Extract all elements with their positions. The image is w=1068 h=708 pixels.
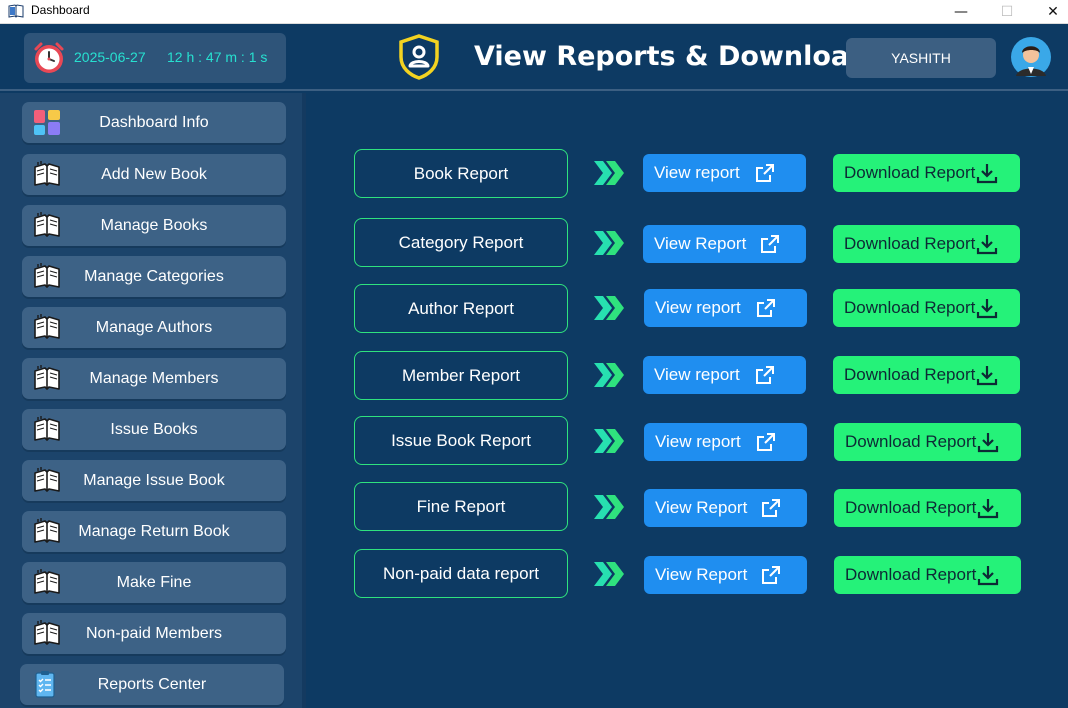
download-report-button-author[interactable]: Download Report (833, 289, 1020, 327)
sidebar-item-issue-books[interactable]: Issue Books (22, 409, 286, 450)
view-report-label: View report (655, 298, 741, 317)
clock-panel: 2025-06-27 12 h : 47 m : 1 s (24, 33, 286, 83)
window-title: Dashboard (31, 3, 90, 17)
download-report-label: Download Report (844, 298, 976, 317)
double-chevron-right-icon (594, 429, 624, 453)
dashboard-grid-icon (34, 110, 60, 135)
current-time: 12 h : 47 m : 1 s (167, 49, 268, 65)
sidebar-item-manage-authors[interactable]: Manage Authors (22, 307, 286, 348)
double-chevron-right-icon (594, 363, 624, 387)
view-report-button-issue-book[interactable]: View report (644, 423, 807, 461)
view-report-button-non-paid-data[interactable]: View Report (644, 556, 807, 594)
download-report-button-book[interactable]: Download Report (833, 154, 1020, 192)
download-icon (976, 235, 998, 255)
open-book-icon (34, 212, 60, 237)
sidebar-item-add-new-book[interactable]: Add New Book (22, 154, 286, 195)
external-link-icon (762, 566, 780, 584)
download-icon (977, 433, 999, 453)
view-report-label: View Report (655, 565, 748, 584)
app-header: 2025-06-27 12 h : 47 m : 1 s View Report… (0, 25, 1068, 91)
alarm-clock-icon (34, 42, 64, 73)
clipboard-checklist-icon (35, 671, 55, 698)
double-chevron-right-icon (594, 562, 624, 586)
current-date: 2025-06-27 (74, 49, 146, 65)
sidebar-item-reports-center[interactable]: Reports Center (20, 664, 284, 705)
external-link-icon (762, 499, 780, 517)
open-book-icon (34, 467, 60, 492)
report-label-category: Category Report (354, 218, 568, 267)
open-book-icon (34, 620, 60, 645)
external-link-icon (761, 235, 779, 253)
sidebar-item-non-paid-members[interactable]: Non-paid Members (22, 613, 286, 654)
download-icon (976, 164, 998, 184)
maximize-button[interactable]: ☐ (984, 0, 1030, 24)
view-report-label: View Report (654, 234, 747, 253)
open-book-icon (34, 365, 60, 390)
open-book-icon (34, 314, 60, 339)
report-label-fine: Fine Report (354, 482, 568, 531)
open-book-icon (34, 569, 60, 594)
download-report-label: Download Report (844, 163, 976, 182)
report-label-author: Author Report (354, 284, 568, 333)
view-report-button-author[interactable]: View report (644, 289, 807, 327)
report-label-non-paid-data: Non-paid data report (354, 549, 568, 598)
window-titlebar: Dashboard — ☐ ✕ (0, 0, 1068, 24)
username-badge: YASHITH (846, 38, 996, 78)
download-icon (977, 499, 999, 519)
open-book-icon (34, 161, 60, 186)
open-book-icon (34, 416, 60, 441)
double-chevron-right-icon (594, 161, 624, 185)
download-report-label: Download Report (845, 432, 977, 451)
sidebar-item-manage-books[interactable]: Manage Books (22, 205, 286, 246)
external-link-icon (757, 299, 775, 317)
download-report-button-fine[interactable]: Download Report (834, 489, 1021, 527)
shield-user-icon (399, 34, 439, 80)
report-label-book: Book Report (354, 149, 568, 198)
download-icon (977, 566, 999, 586)
minimize-button[interactable]: — (938, 0, 984, 24)
view-report-label: View report (655, 432, 741, 451)
view-report-button-book[interactable]: View report (643, 154, 806, 192)
report-label-member: Member Report (354, 351, 568, 400)
download-report-label: Download Report (844, 234, 976, 253)
double-chevron-right-icon (594, 495, 624, 519)
page-title: View Reports & Download (474, 41, 869, 72)
double-chevron-right-icon (594, 231, 624, 255)
sidebar-item-manage-categories[interactable]: Manage Categories (22, 256, 286, 297)
double-chevron-right-icon (594, 296, 624, 320)
open-book-icon (34, 518, 60, 543)
view-report-button-member[interactable]: View report (643, 356, 806, 394)
open-book-icon (34, 263, 60, 288)
sidebar-item-make-fine[interactable]: Make Fine (22, 562, 286, 603)
sidebar-item-manage-members[interactable]: Manage Members (22, 358, 286, 399)
close-button[interactable]: ✕ (1030, 0, 1068, 24)
download-report-label: Download Report (845, 565, 977, 584)
download-icon (976, 299, 998, 319)
download-report-button-member[interactable]: Download Report (833, 356, 1020, 394)
report-label-issue-book: Issue Book Report (354, 416, 568, 465)
external-link-icon (757, 433, 775, 451)
download-report-button-category[interactable]: Download Report (833, 225, 1020, 263)
download-icon (976, 366, 998, 386)
download-report-label: Download Report (844, 365, 976, 384)
sidebar-item-manage-issue-book[interactable]: Manage Issue Book (22, 460, 286, 501)
external-link-icon (756, 366, 774, 384)
sidebar-item-dashboard-info[interactable]: Dashboard Info (22, 102, 286, 143)
download-report-button-issue-book[interactable]: Download Report (834, 423, 1021, 461)
external-link-icon (756, 164, 774, 182)
view-report-button-fine[interactable]: View Report (644, 489, 807, 527)
view-report-label: View report (654, 365, 740, 384)
view-report-label: View report (654, 163, 740, 182)
book-app-icon (8, 4, 24, 18)
download-report-label: Download Report (845, 498, 977, 517)
view-report-button-category[interactable]: View Report (643, 225, 806, 263)
sidebar-item-manage-return-book[interactable]: Manage Return Book (22, 511, 286, 552)
sidebar: Dashboard Info Add New Book Manage Books… (0, 93, 306, 708)
view-report-label: View Report (655, 498, 748, 517)
download-report-button-non-paid-data[interactable]: Download Report (834, 556, 1021, 594)
user-avatar-icon[interactable] (1010, 36, 1052, 78)
